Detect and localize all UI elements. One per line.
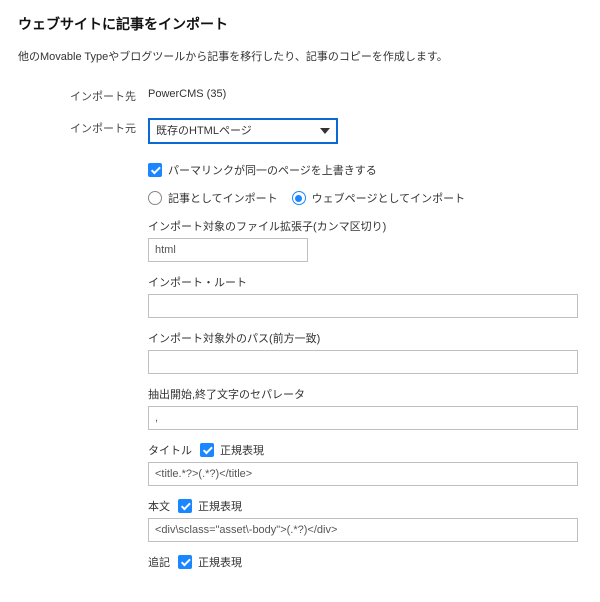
body-regex-checkbox[interactable]: 正規表現 xyxy=(178,498,242,514)
row-import-source: インポート元 既存のHTMLページ パーマリンクが同一のページを上書きする 記事… xyxy=(18,118,582,574)
import-as-page-radio[interactable]: ウェブページとしてインポート xyxy=(292,190,465,206)
body-regex-label: 正規表現 xyxy=(198,498,242,514)
import-root-input[interactable] xyxy=(148,294,578,318)
intro-text: 他のMovable Typeやブログツールから記事を移行したり、記事のコピーを作… xyxy=(18,48,582,64)
radio-icon xyxy=(148,191,162,205)
extended-regex-checkbox[interactable]: 正規表現 xyxy=(178,554,242,570)
checkbox-icon xyxy=(148,163,162,177)
row-import-target: インポート先 PowerCMS (35) xyxy=(18,86,582,104)
separator-input[interactable] xyxy=(148,406,578,430)
exclude-path-label: インポート対象外のパス(前方一致) xyxy=(148,330,582,346)
import-root-label: インポート・ルート xyxy=(148,274,582,290)
title-regex-checkbox[interactable]: 正規表現 xyxy=(200,442,264,458)
import-as-entry-label: 記事としてインポート xyxy=(168,190,278,206)
exclude-path-input[interactable] xyxy=(148,350,578,374)
overwrite-permalink-label: パーマリンクが同一のページを上書きする xyxy=(168,162,377,178)
value-import-target: PowerCMS (35) xyxy=(148,86,582,100)
radio-icon xyxy=(292,191,306,205)
extended-pattern-label: 追記 xyxy=(148,554,170,570)
file-ext-label: インポート対象のファイル拡張子(カンマ区切り) xyxy=(148,218,582,234)
label-import-target: インポート先 xyxy=(18,86,148,104)
import-source-select[interactable]: 既存のHTMLページ xyxy=(148,118,338,144)
body-pattern-label: 本文 xyxy=(148,498,170,514)
overwrite-permalink-checkbox[interactable]: パーマリンクが同一のページを上書きする xyxy=(148,162,377,178)
label-import-source: インポート元 xyxy=(18,118,148,136)
separator-label: 抽出開始,終了文字のセパレータ xyxy=(148,386,582,402)
import-source-select-wrap: 既存のHTMLページ xyxy=(148,118,338,144)
title-pattern-label: タイトル xyxy=(148,442,192,458)
title-pattern-input[interactable] xyxy=(148,462,578,486)
page-title: ウェブサイトに記事をインポート xyxy=(18,14,582,34)
import-as-page-label: ウェブページとしてインポート xyxy=(312,190,465,206)
import-as-entry-radio[interactable]: 記事としてインポート xyxy=(148,190,278,206)
checkbox-icon xyxy=(178,555,192,569)
checkbox-icon xyxy=(200,443,214,457)
title-regex-label: 正規表現 xyxy=(220,442,264,458)
body-pattern-input[interactable] xyxy=(148,518,578,542)
extended-regex-label: 正規表現 xyxy=(198,554,242,570)
file-ext-input[interactable] xyxy=(148,238,308,262)
checkbox-icon xyxy=(178,499,192,513)
